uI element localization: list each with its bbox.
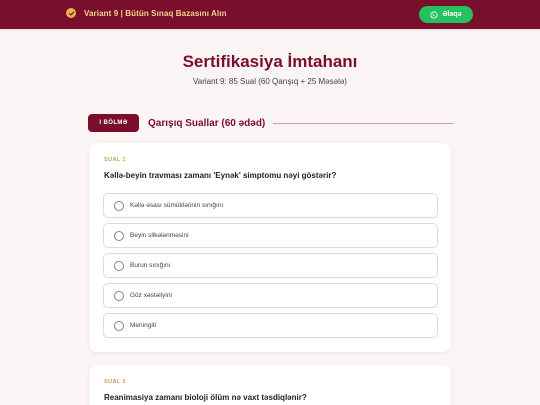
radio-button[interactable] (114, 290, 124, 301)
radio-button[interactable] (114, 320, 124, 331)
answer-option-label: Burun sınığını (130, 262, 171, 269)
top-banner: Variant 9 | Bütün Sınaq Bazasını Alın Əl… (0, 0, 540, 31)
contact-button[interactable]: Əlaqə (419, 6, 473, 23)
radio-button[interactable] (114, 260, 124, 271)
section-header: I BÖLMƏ Qarışıq Suallar (60 ədəd) (88, 114, 454, 132)
answer-option-label: Beyin silkələnməsini (130, 232, 189, 239)
answer-option[interactable]: Meningiti (103, 313, 438, 338)
question-number: SUAL 2 (104, 379, 126, 385)
contact-button-label: Əlaqə (442, 11, 462, 18)
answer-option-label: Göz xəstəliyini (130, 292, 172, 299)
check-badge-icon (66, 8, 76, 18)
promo-link[interactable]: Variant 9 | Bütün Sınaq Bazasını Alın (66, 8, 227, 18)
answer-option[interactable]: Burun sınığını (103, 253, 438, 278)
radio-button[interactable] (114, 200, 124, 211)
page-title: Sertifikasiya İmtahanı (182, 52, 358, 71)
whatsapp-icon (430, 10, 439, 19)
page-subtitle: Variant 9: 85 Sual (60 Qarışıq + 25 Məsə… (193, 77, 347, 86)
topbar-divider (0, 29, 540, 31)
answer-options: Kəllə əsası sümüklərinin sınığını Beyin … (103, 193, 438, 343)
answer-option-label: Meningiti (130, 322, 157, 329)
radio-button[interactable] (114, 230, 124, 241)
answer-option[interactable]: Göz xəstəliyini (103, 283, 438, 308)
answer-option[interactable]: Beyin silkələnməsini (103, 223, 438, 248)
question-text: Kəllə-beyin travması zamanı 'Eynək' simp… (104, 171, 337, 180)
question-text: Reanimasiya zamanı bioloji ölüm nə vaxt … (104, 393, 307, 402)
question-card: SUAL 1 Kəllə-beyin travması zamanı 'Eynə… (89, 143, 451, 352)
question-number: SUAL 1 (104, 157, 126, 163)
answer-option[interactable]: Kəllə əsası sümüklərinin sınığını (103, 193, 438, 218)
section-divider (273, 122, 454, 124)
answer-option-label: Kəllə əsası sümüklərinin sınığını (130, 202, 224, 209)
promo-text: Variant 9 | Bütün Sınaq Bazasını Alın (84, 8, 227, 18)
section-title: Qarışıq Suallar (60 ədəd) (148, 117, 266, 129)
question-card: SUAL 2 Reanimasiya zamanı bioloji ölüm n… (89, 365, 451, 405)
section-badge: I BÖLMƏ (88, 114, 139, 132)
